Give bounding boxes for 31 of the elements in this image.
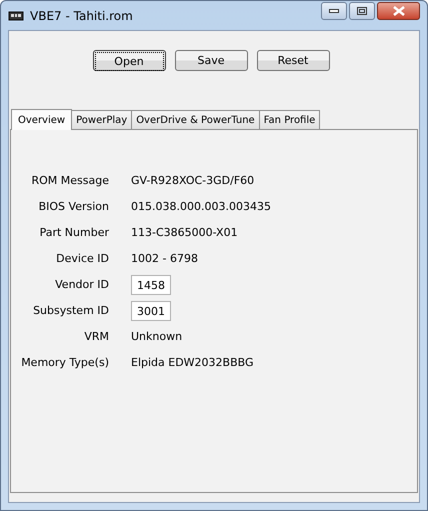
tab[interactable]: Overview <box>11 109 72 130</box>
action-button[interactable]: Open <box>92 50 166 71</box>
minimize-icon <box>329 9 339 13</box>
chip-icon <box>8 10 24 22</box>
action-button[interactable]: Save <box>174 50 248 71</box>
maximize-icon <box>357 7 367 15</box>
field-label: Memory Type(s) <box>20 355 109 371</box>
tab[interactable]: PowerPlay <box>71 110 132 129</box>
input-field[interactable]: 3001 <box>131 301 171 321</box>
action-button[interactable]: Reset <box>256 50 330 71</box>
field-label: Part Number <box>38 225 109 241</box>
field-label: Vendor ID <box>54 277 109 293</box>
minimize-button[interactable] <box>321 2 347 20</box>
input-field[interactable]: 1458 <box>131 275 171 295</box>
field-value: Unknown <box>131 329 182 345</box>
field-value: 113-C3865000-X01 <box>131 225 238 241</box>
close-button[interactable] <box>377 2 420 20</box>
window-title: VBE7 - Tahiti.rom <box>30 8 133 22</box>
tab[interactable]: OverDrive & PowerTune <box>131 110 260 129</box>
field-label: ROM Message <box>30 173 109 189</box>
field-value: GV-R928XOC-3GD/F60 <box>131 173 254 189</box>
tab[interactable]: Fan Profile <box>258 110 320 129</box>
field-value: 1002 - 6798 <box>131 251 198 267</box>
field-label: Device ID <box>55 251 109 267</box>
field-label: Subsystem ID <box>32 303 109 319</box>
maximize-button[interactable] <box>349 2 375 20</box>
field-label: VRM <box>83 329 109 345</box>
field-value: 015.038.000.003.003435 <box>131 199 271 215</box>
field-label: BIOS Version <box>38 199 109 215</box>
field-value: Elpida EDW2032BBBG <box>131 355 254 371</box>
close-icon <box>392 6 404 16</box>
